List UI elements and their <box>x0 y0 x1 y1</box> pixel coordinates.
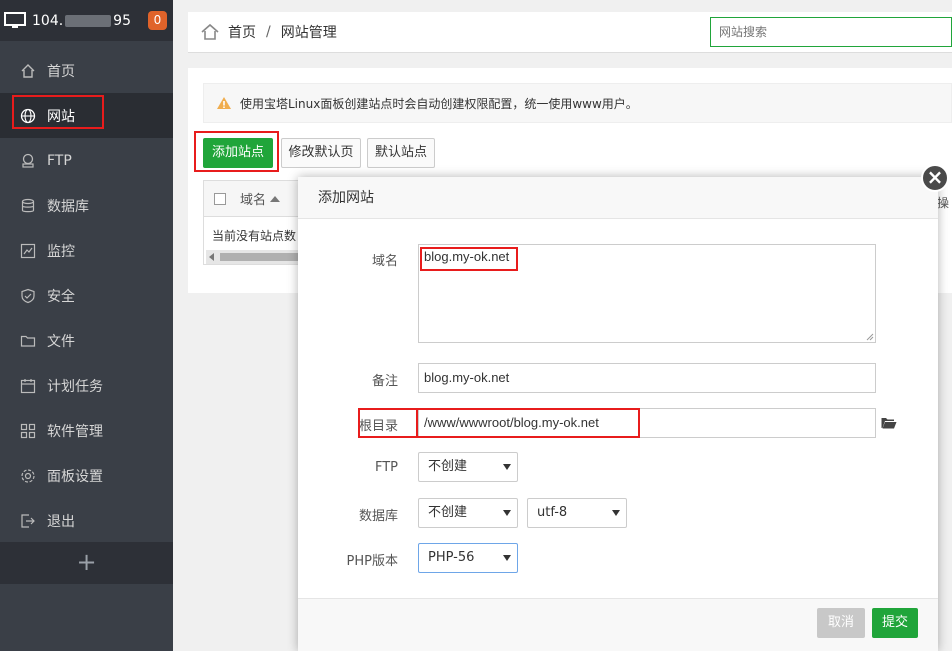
php-version-label: PHP版本 <box>346 554 398 569</box>
sidebar-item-database[interactable]: 数据库 <box>0 183 173 228</box>
cancel-button[interactable]: 取消 <box>817 608 865 638</box>
column-header-domain[interactable]: 域名 <box>240 189 266 208</box>
sidebar-item-label: 软件管理 <box>47 423 103 440</box>
php-version-select[interactable]: PHP-56 <box>418 543 518 573</box>
sidebar-item-website[interactable]: 网站 <box>0 93 173 138</box>
highlight-box <box>194 131 279 172</box>
horizontal-scrollbar[interactable] <box>206 250 300 264</box>
notification-badge[interactable]: 0 <box>148 11 167 30</box>
sidebar-item-label: 首页 <box>47 63 75 80</box>
add-menu-button[interactable]: + <box>0 542 173 584</box>
sidebar-item-label: 计划任务 <box>47 378 103 395</box>
sidebar-item-label: 退出 <box>47 513 75 530</box>
submit-button[interactable]: 提交 <box>872 608 918 638</box>
database-select[interactable]: 不创建 <box>418 498 518 528</box>
highlight-divider <box>416 410 418 436</box>
close-icon[interactable]: × <box>921 164 949 192</box>
remark-label: 备注 <box>371 374 398 389</box>
chevron-down-icon <box>612 510 620 516</box>
sidebar-item-home[interactable]: 首页 <box>0 48 173 93</box>
breadcrumb-home[interactable]: 首页 <box>228 22 256 42</box>
highlight-box <box>12 95 104 129</box>
remark-input[interactable]: blog.my-ok.net <box>418 363 876 393</box>
home-icon <box>201 23 219 40</box>
home-icon <box>20 63 36 79</box>
chevron-down-icon <box>503 555 511 561</box>
sidebar-item-software[interactable]: 软件管理 <box>0 408 173 453</box>
ftp-select[interactable]: 不创建 <box>418 452 518 482</box>
scroll-thumb[interactable] <box>220 253 300 261</box>
php-version-select-value: PHP-56 <box>428 550 475 565</box>
breadcrumb-current: 网站管理 <box>280 25 337 41</box>
chevron-down-icon <box>503 464 511 470</box>
modal-title: 添加网站 <box>298 177 938 219</box>
sidebar-item-label: 监控 <box>47 243 75 260</box>
modify-default-page-button[interactable]: 修改默认页 <box>281 138 361 168</box>
sidebar-item-label: 安全 <box>47 288 75 305</box>
monitor-icon <box>20 243 36 259</box>
site-table: 域名 当前没有站点数 <box>203 180 303 265</box>
info-alert: 使用宝塔Linux面板创建站点时会自动创建权限配置，统一使用www用户。 <box>203 83 952 123</box>
chevron-down-icon <box>503 510 511 516</box>
database-select-value: 不创建 <box>428 505 468 520</box>
sidebar-item-label: FTP <box>47 152 72 169</box>
sidebar-item-files[interactable]: 文件 <box>0 318 173 363</box>
sidebar-item-settings[interactable]: 面板设置 <box>0 453 173 498</box>
table-header: 域名 <box>204 181 302 217</box>
server-ip: 104. 95 <box>32 12 131 29</box>
calendar-icon <box>20 378 36 394</box>
ftp-select-value: 不创建 <box>428 459 468 474</box>
shield-icon <box>20 288 36 304</box>
sidebar-menu: 首页 网站 FTP 数据库 监控 安全 文件 计划任务 软件管理 面板设置 退出 <box>0 41 173 543</box>
select-all-checkbox[interactable] <box>214 192 226 205</box>
grid-icon <box>20 423 36 439</box>
server-header: 104. 95 0 <box>0 0 173 41</box>
sidebar-item-logout[interactable]: 退出 <box>0 498 173 543</box>
sort-asc-icon[interactable] <box>270 195 281 202</box>
default-site-button[interactable]: 默认站点 <box>367 138 435 168</box>
sidebar-item-ftp[interactable]: FTP <box>0 138 173 183</box>
gear-icon <box>20 468 36 484</box>
monitor-icon <box>4 12 26 28</box>
database-icon <box>20 198 36 214</box>
database-label: 数据库 <box>358 509 398 524</box>
domain-label: 域名 <box>371 254 398 269</box>
ftp-icon <box>20 153 36 169</box>
charset-select-value: utf-8 <box>537 505 568 520</box>
sidebar-item-label: 文件 <box>47 333 75 350</box>
table-empty-text: 当前没有站点数 <box>212 229 297 243</box>
sidebar: 104. 95 0 首页 网站 FTP 数据库 监控 安全 文件 计划任务 软件… <box>0 0 173 651</box>
folder-icon <box>20 333 36 349</box>
highlight-box <box>420 247 518 271</box>
highlight-box <box>358 408 640 438</box>
warning-icon <box>217 97 231 109</box>
search-input[interactable] <box>710 17 952 47</box>
column-header-actions: 操 <box>937 196 950 210</box>
resize-handle-icon[interactable] <box>866 333 874 341</box>
ftp-label: FTP <box>374 460 398 475</box>
scroll-left-icon[interactable] <box>209 253 214 261</box>
charset-select[interactable]: utf-8 <box>527 498 627 528</box>
alert-text: 使用宝塔Linux面板创建站点时会自动创建权限配置，统一使用www用户。 <box>240 96 638 111</box>
sidebar-item-security[interactable]: 安全 <box>0 273 173 318</box>
folder-open-icon[interactable] <box>881 417 897 429</box>
sidebar-item-label: 面板设置 <box>47 468 103 485</box>
sidebar-item-cron[interactable]: 计划任务 <box>0 363 173 408</box>
sidebar-item-label: 数据库 <box>47 198 89 215</box>
logout-icon <box>20 513 36 529</box>
breadcrumb-separator: / <box>266 24 271 40</box>
sidebar-item-monitor[interactable]: 监控 <box>0 228 173 273</box>
